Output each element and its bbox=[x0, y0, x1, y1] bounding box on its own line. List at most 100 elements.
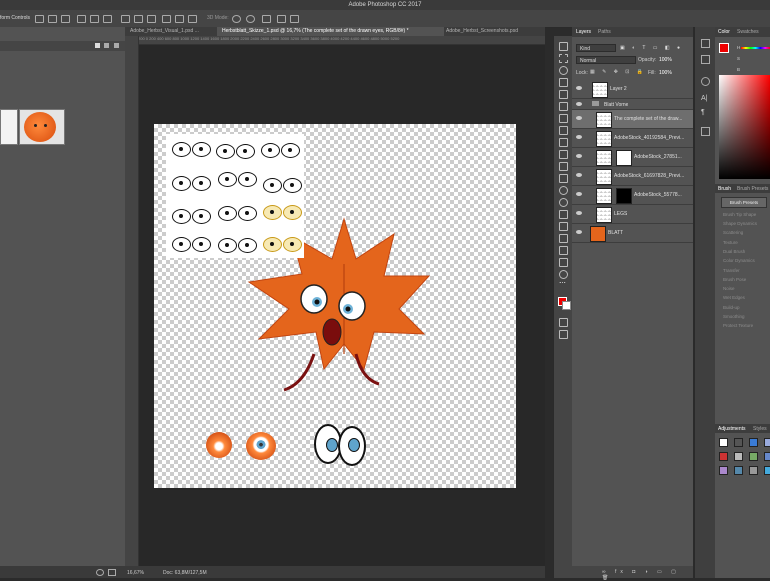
3d-rotate-icon[interactable] bbox=[232, 15, 241, 23]
tab-herbst-visual[interactable]: Adobe_Herbst_Visual_1.psd ... bbox=[125, 27, 220, 36]
brush-option-smoothing[interactable]: Smoothing bbox=[723, 314, 745, 319]
align-top-icon[interactable] bbox=[35, 15, 44, 23]
filter-icons[interactable]: ▣ ◐ T ▭ ◧ ● bbox=[620, 45, 688, 52]
eyedropper-tool-icon[interactable] bbox=[559, 102, 568, 111]
panel-menu-icon[interactable] bbox=[114, 43, 119, 48]
color-fg-swatch[interactable] bbox=[719, 43, 729, 53]
distribute-middle-icon[interactable] bbox=[134, 15, 143, 23]
type-tool-icon[interactable] bbox=[559, 222, 568, 231]
visibility-eye-icon[interactable] bbox=[576, 102, 582, 106]
screen-mode-icon[interactable] bbox=[559, 330, 568, 339]
brush-option-scattering[interactable]: Scattering bbox=[723, 230, 743, 235]
layer-filter-select[interactable]: Kind bbox=[576, 44, 616, 52]
visibility-eye-icon[interactable] bbox=[576, 173, 582, 177]
brush-option-protect-texture[interactable]: Protect Texture bbox=[723, 323, 753, 328]
visibility-eye-icon[interactable] bbox=[576, 135, 582, 139]
brush-option-dual-brush[interactable]: Dual Brush bbox=[723, 249, 745, 254]
3d-drag-icon[interactable] bbox=[262, 15, 271, 23]
brush-option-brush-pose[interactable]: Brush Pose bbox=[723, 277, 746, 282]
visibility-eye-icon[interactable] bbox=[576, 192, 582, 196]
layer-row[interactable]: BLATT bbox=[572, 224, 693, 243]
brush-option-wet-edges[interactable]: Wet Edges bbox=[723, 295, 745, 300]
distribute-center-icon[interactable] bbox=[175, 15, 184, 23]
style-swatch[interactable] bbox=[749, 466, 758, 475]
gradient-tool-icon[interactable] bbox=[559, 174, 568, 183]
rectangle-tool-icon[interactable] bbox=[559, 246, 568, 255]
clone-stamp-tool-icon[interactable] bbox=[559, 138, 568, 147]
hue-slider[interactable] bbox=[741, 47, 770, 49]
fill-input[interactable]: 100% bbox=[659, 70, 672, 76]
properties-panel-icon[interactable] bbox=[701, 55, 710, 64]
style-swatch[interactable] bbox=[764, 438, 770, 447]
layer-row[interactable]: LEGS bbox=[572, 205, 693, 224]
tab-adjustments[interactable]: Adjustments bbox=[718, 426, 746, 432]
3d-scale-icon[interactable] bbox=[290, 15, 299, 23]
eraser-tool-icon[interactable] bbox=[559, 162, 568, 171]
zoom-tool-icon[interactable] bbox=[559, 270, 568, 279]
tab-brush[interactable]: Brush bbox=[718, 186, 731, 192]
background-color-swatch[interactable] bbox=[562, 301, 571, 310]
quick-mask-icon[interactable] bbox=[559, 318, 568, 327]
align-right-icon[interactable] bbox=[103, 15, 112, 23]
distribute-right-icon[interactable] bbox=[188, 15, 197, 23]
visibility-eye-icon[interactable] bbox=[576, 230, 582, 234]
tab-paths[interactable]: Paths bbox=[598, 29, 611, 35]
align-left-icon[interactable] bbox=[77, 15, 86, 23]
lock-icons[interactable]: ▦ ✎ ✥ ⊡ 🔒 bbox=[590, 69, 646, 75]
style-swatch[interactable] bbox=[719, 438, 728, 447]
cloud-icon[interactable] bbox=[96, 569, 104, 576]
path-selection-tool-icon[interactable] bbox=[559, 234, 568, 243]
move-tool-icon[interactable] bbox=[559, 42, 568, 51]
more-tools-icon[interactable] bbox=[559, 282, 566, 290]
layer-row[interactable]: AdobeStock_27851... bbox=[572, 148, 693, 167]
brush-option-color-dynamics[interactable]: Color Dynamics bbox=[723, 258, 755, 263]
style-swatch[interactable] bbox=[719, 452, 728, 461]
history-panel-icon[interactable] bbox=[701, 39, 710, 48]
zoom-level[interactable]: 16,67% bbox=[127, 570, 144, 576]
blur-tool-icon[interactable] bbox=[559, 186, 568, 195]
brush-option-texture[interactable]: Texture bbox=[723, 240, 738, 245]
align-center-icon[interactable] bbox=[90, 15, 99, 23]
brush-option-transfer[interactable]: Transfer bbox=[723, 268, 740, 273]
style-swatch[interactable] bbox=[749, 452, 758, 461]
info-panel-icon[interactable] bbox=[701, 77, 710, 86]
brush-option-build-up[interactable]: Build-up bbox=[723, 305, 740, 310]
layer-row[interactable]: AdobeStock_55778... bbox=[572, 186, 693, 205]
tab-herbst-screenshots[interactable]: Adobe_Herbst_Screenshots.psd bbox=[441, 27, 550, 36]
brush-option-noise[interactable]: Noise bbox=[723, 286, 735, 291]
tab-herbstblatt-skizze[interactable]: Herbstblatt_Skizze_1.psd @ 16,7% (The co… bbox=[217, 27, 444, 36]
style-swatch[interactable] bbox=[764, 466, 770, 475]
crop-tool-icon[interactable] bbox=[559, 90, 568, 99]
library-thumbnail-orange[interactable] bbox=[19, 109, 65, 145]
3d-roll-icon[interactable] bbox=[246, 15, 255, 23]
layer-group-row[interactable]: Blatt Vorne bbox=[572, 99, 693, 110]
doc-size[interactable]: Doc: 63,8M/127,5M bbox=[163, 570, 207, 576]
character-panel-icon[interactable]: A| bbox=[701, 95, 708, 102]
tab-styles[interactable]: Styles bbox=[753, 426, 767, 432]
3d-slide-icon[interactable] bbox=[277, 15, 286, 23]
visibility-eye-icon[interactable] bbox=[576, 211, 582, 215]
library-thumbnail-eyes[interactable] bbox=[0, 109, 18, 145]
color-picker-field[interactable] bbox=[719, 75, 770, 179]
style-swatch[interactable] bbox=[749, 438, 758, 447]
align-bottom-icon[interactable] bbox=[61, 15, 70, 23]
trash-icon[interactable] bbox=[108, 569, 116, 576]
view-grid-icon[interactable] bbox=[95, 43, 100, 48]
layer-row[interactable]: Layer 2 bbox=[572, 80, 693, 99]
brush-option-tip-shape[interactable]: Brush Tip Shape bbox=[723, 212, 756, 217]
libraries-panel-icon[interactable] bbox=[701, 127, 710, 136]
visibility-eye-icon[interactable] bbox=[576, 154, 582, 158]
view-list-icon[interactable] bbox=[104, 43, 109, 48]
distribute-left-icon[interactable] bbox=[162, 15, 171, 23]
layer-row[interactable]: AdobeStock_61697828_Previ... bbox=[572, 167, 693, 186]
lasso-tool-icon[interactable] bbox=[559, 66, 568, 75]
opacity-input[interactable]: 100% bbox=[659, 57, 672, 63]
quick-selection-tool-icon[interactable] bbox=[559, 78, 568, 87]
style-swatch[interactable] bbox=[734, 452, 743, 461]
tab-brush-presets[interactable]: Brush Presets bbox=[737, 186, 768, 192]
align-middle-icon[interactable] bbox=[48, 15, 57, 23]
style-swatch[interactable] bbox=[719, 466, 728, 475]
distribute-bottom-icon[interactable] bbox=[147, 15, 156, 23]
style-swatch[interactable] bbox=[734, 438, 743, 447]
layer-actions-icons[interactable]: ∞ fx ◘ ◑ ▭ ▢ 🗑 bbox=[602, 569, 693, 581]
